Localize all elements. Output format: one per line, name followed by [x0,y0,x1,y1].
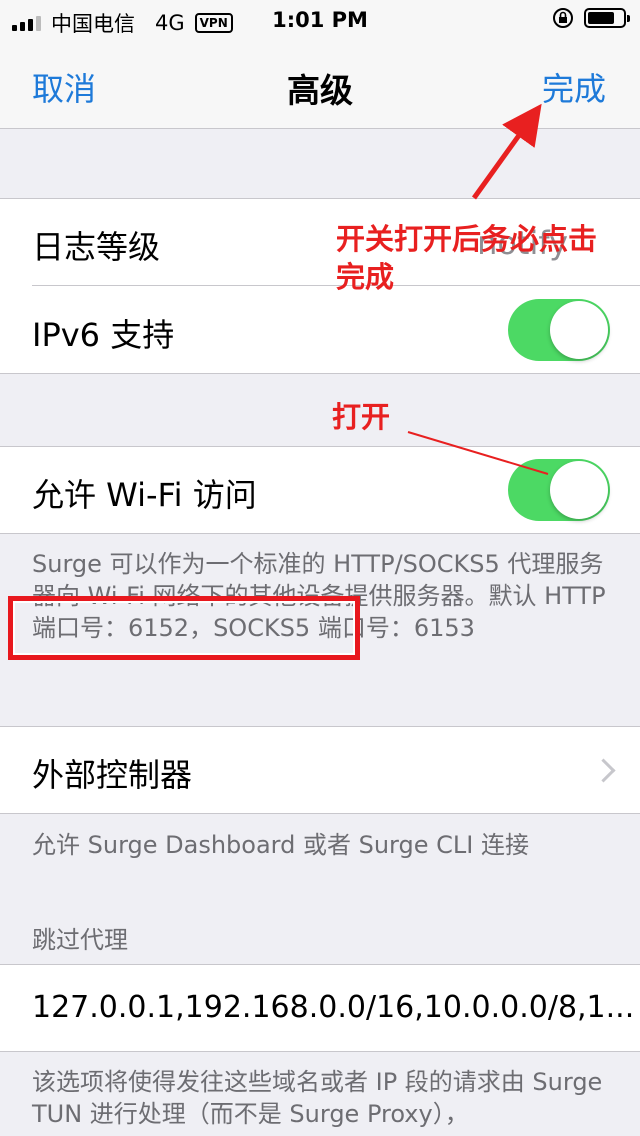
ipv6-row: IPv6 支持 [0,286,640,374]
external-controller-footer: 允许 Surge Dashboard 或者 Surge CLI 连接 [32,831,529,859]
wifi-access-row: 允许 Wi-Fi 访问 [0,446,640,534]
wifi-access-label: 允许 Wi-Fi 访问 [32,476,257,514]
external-controller-label: 外部控制器 [32,756,193,794]
annotation-open-note: 打开 [332,400,391,434]
external-controller-row[interactable]: 外部控制器 [0,726,640,814]
skip-proxy-row[interactable]: 127.0.0.1,192.168.0.0/16,10.0.0.0/8,1... [0,964,640,1052]
chevron-right-icon [591,758,616,783]
battery-icon [584,8,630,28]
status-time: 1:01 PM [272,8,368,32]
wifi-access-toggle[interactable] [508,459,610,521]
nav-bar: 取消 高级 完成 [0,40,640,129]
ipv6-label: IPv6 支持 [32,316,175,354]
highlight-box [8,596,360,660]
skip-proxy-value[interactable]: 127.0.0.1,192.168.0.0/16,10.0.0.0/8,1... [32,990,634,1025]
arrow-to-done [471,103,542,200]
log-level-label: 日志等级 [32,228,161,266]
skip-proxy-header: 跳过代理 [32,926,128,954]
annotation-done-note: 开关打开后务必点击完成 [336,222,598,294]
ipv6-toggle[interactable] [508,299,610,361]
status-bar: 中国电信 4G VPN 1:01 PM [0,0,640,40]
done-button[interactable]: 完成 [542,64,606,110]
rotation-lock-icon [553,8,573,28]
status-right [552,7,630,29]
skip-proxy-footer: 该选项将使得发往这些域名或者 IP 段的请求由 Surge TUN 进行处理（而… [32,1068,603,1128]
